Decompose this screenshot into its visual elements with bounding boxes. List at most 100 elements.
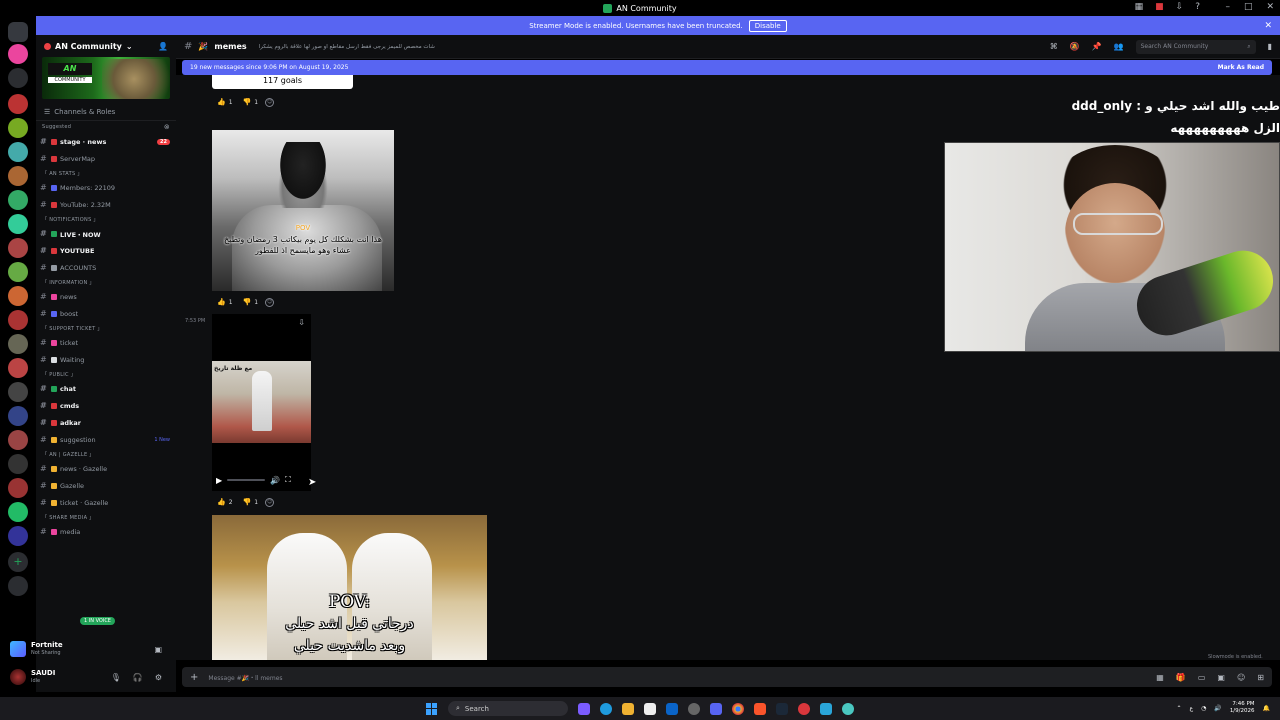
sidebar-channel-item[interactable]: # ServerMap	[36, 150, 176, 167]
server-icon[interactable]	[8, 454, 28, 474]
apps-grid-icon[interactable]: ⊞	[1257, 673, 1264, 682]
taskbar-app-icon[interactable]	[842, 702, 854, 715]
server-icon[interactable]	[8, 478, 28, 498]
server-header[interactable]: AN Community ⌄ 👤	[36, 35, 176, 57]
add-reaction-icon[interactable]: ☺	[265, 297, 275, 307]
wifi-icon[interactable]: ◔	[1201, 705, 1206, 712]
server-icon[interactable]	[8, 118, 28, 138]
gif-icon[interactable]: ▭	[1198, 673, 1206, 682]
channel-category[interactable]: 「 AN | GAZELLE 」	[36, 448, 176, 460]
new-messages-bar[interactable]: 19 new messages since 9:06 PM on August …	[182, 60, 1272, 75]
emoji-icon[interactable]: ☺	[1237, 673, 1245, 682]
chevron-up-icon[interactable]: ⌃	[1176, 705, 1181, 712]
thumbs-up-reaction[interactable]: 👍 1	[214, 96, 236, 108]
server-icon[interactable]	[8, 334, 28, 354]
taskbar-clock[interactable]: 7:46 PM 1/9/2026	[1230, 701, 1255, 715]
sidebar-channel-item[interactable]: # Waiting	[36, 351, 176, 368]
add-server-icon[interactable]: +	[8, 552, 28, 572]
server-icon[interactable]	[8, 214, 28, 234]
disable-streamer-mode-button[interactable]: Disable	[748, 19, 787, 32]
play-icon[interactable]: ▶	[216, 476, 222, 485]
sidebar-channel-item[interactable]: # LIVE・NOW	[36, 225, 176, 242]
channel-category[interactable]: 「 NOTIFICATIONS 」	[36, 213, 176, 225]
download-icon[interactable]: ⇩	[1176, 2, 1184, 12]
message-input[interactable]: + Message #🎉・ll memes ▦ 🎁 ▭ ▣ ☺ ⊞	[182, 667, 1272, 687]
server-icon[interactable]	[8, 262, 28, 282]
thumbs-down-reaction[interactable]: 👎 1	[240, 496, 262, 508]
channel-category[interactable]: 「 SUPPORT TICKET 」	[36, 322, 176, 334]
members-icon[interactable]: 👥	[1114, 42, 1124, 51]
settings-gear-icon[interactable]	[688, 702, 700, 715]
inbox-icon[interactable]: ▮	[1268, 42, 1272, 51]
discord-home-icon[interactable]	[8, 22, 28, 42]
server-icon[interactable]	[8, 142, 28, 162]
server-icon[interactable]	[8, 286, 28, 306]
thumbs-down-reaction[interactable]: 👎 1	[240, 96, 262, 108]
edge-icon[interactable]	[600, 702, 612, 715]
volume-icon[interactable]: 🔊	[270, 476, 280, 485]
outlook-icon[interactable]	[666, 702, 678, 715]
file-explorer-icon[interactable]	[622, 702, 634, 715]
minimize-icon[interactable]: –	[1225, 2, 1230, 12]
server-icon[interactable]	[8, 502, 28, 522]
close-window-icon[interactable]: ✕	[1266, 2, 1274, 12]
share-screen-icon[interactable]: ▣	[154, 645, 162, 654]
sidebar-channel-item[interactable]: # media	[36, 523, 176, 540]
sidebar-channel-item[interactable]: # ACCOUNTS	[36, 259, 176, 276]
apps-icon[interactable]: ▦	[1156, 673, 1164, 682]
maximize-icon[interactable]: □	[1244, 2, 1253, 12]
windows-start-icon[interactable]	[426, 702, 438, 715]
server-icon[interactable]	[8, 358, 28, 378]
sidebar-channel-item[interactable]: # adkar	[36, 414, 176, 431]
close-banner-icon[interactable]: ✕	[1264, 21, 1272, 31]
sidebar-channel-item[interactable]: # YOUTUBE	[36, 242, 176, 259]
voice-count-badge[interactable]: 1 IN VOICE	[80, 617, 115, 625]
microphone-icon[interactable]: 🎙	[111, 673, 121, 682]
discord-icon[interactable]	[710, 702, 722, 715]
threads-icon[interactable]: ⌘	[1050, 42, 1058, 51]
notification-bell-icon[interactable]: 🔔	[1263, 705, 1270, 712]
sticker-icon[interactable]: ▣	[1217, 673, 1225, 682]
add-reaction-icon[interactable]: ☺	[265, 497, 275, 507]
server-icon[interactable]	[8, 382, 28, 402]
channel-topic[interactable]: شات مخصص للميمز يرجى فقط ارسل مقاطع او ص…	[259, 44, 435, 50]
invite-user-icon[interactable]: 👤	[158, 42, 168, 51]
settings-gear-icon[interactable]: ⚙	[155, 673, 162, 682]
channel-category[interactable]: 「 AN STATS 」	[36, 167, 176, 179]
server-icon[interactable]	[8, 430, 28, 450]
headphones-icon[interactable]: 🎧	[133, 673, 143, 682]
channel-category[interactable]: Suggested ⊗	[36, 121, 176, 133]
language-icon[interactable]: ع	[1189, 705, 1193, 712]
red-screen-icon[interactable]: ■	[1155, 2, 1164, 12]
channels-and-roles[interactable]: ☰ Channels & Roles	[36, 103, 176, 121]
discover-icon[interactable]	[8, 576, 28, 596]
inbox-icon[interactable]: ▦	[1135, 2, 1144, 12]
server-icon[interactable]	[8, 166, 28, 186]
pin-icon[interactable]: 📌	[1092, 42, 1102, 51]
sidebar-channel-item[interactable]: # suggestion 1 New	[36, 431, 176, 448]
sidebar-channel-item[interactable]: # Gazelle	[36, 477, 176, 494]
video-player[interactable]: ⇩ مع ظلة تاريخ ▶ 🔊 ⛶	[212, 314, 311, 491]
meme-image[interactable]: POV: درجاتي قبل اشد حيلي وبعد ماشديت حيل…	[212, 515, 487, 660]
meme-image[interactable]: POV هذا انت بشكلك كل يوم بيكاتب 3 رمضان …	[212, 130, 394, 291]
chrome-icon[interactable]	[732, 702, 744, 715]
download-icon[interactable]: ⇩	[298, 318, 305, 327]
taskbar-app-icon[interactable]	[820, 702, 832, 715]
steam-icon[interactable]	[776, 702, 788, 715]
server-icon[interactable]	[8, 406, 28, 426]
sidebar-channel-item[interactable]: # stage · news 22	[36, 133, 176, 150]
channel-category[interactable]: 「 SHARE MEDIA 」	[36, 511, 176, 523]
attach-plus-icon[interactable]: +	[190, 672, 198, 683]
sidebar-channel-item[interactable]: # news	[36, 288, 176, 305]
channel-category[interactable]: 「 INFORMATION 」	[36, 276, 176, 288]
volume-icon[interactable]: 🔊	[1214, 705, 1221, 712]
activity-panel[interactable]: Fortnite Not Sharing ▣	[8, 638, 176, 660]
add-reaction-icon[interactable]: ☺	[265, 97, 275, 107]
gift-icon[interactable]: 🎁	[1176, 673, 1186, 682]
channel-category[interactable]: 「 PUBLIC 」	[36, 368, 176, 380]
server-icon[interactable]	[8, 190, 28, 210]
sidebar-channel-item[interactable]: # ticket · Gazelle	[36, 494, 176, 511]
server-icon[interactable]	[8, 68, 28, 88]
search-input[interactable]: Search AN Community ⌕	[1135, 39, 1256, 54]
notification-bell-icon[interactable]: 🔕	[1070, 42, 1080, 51]
